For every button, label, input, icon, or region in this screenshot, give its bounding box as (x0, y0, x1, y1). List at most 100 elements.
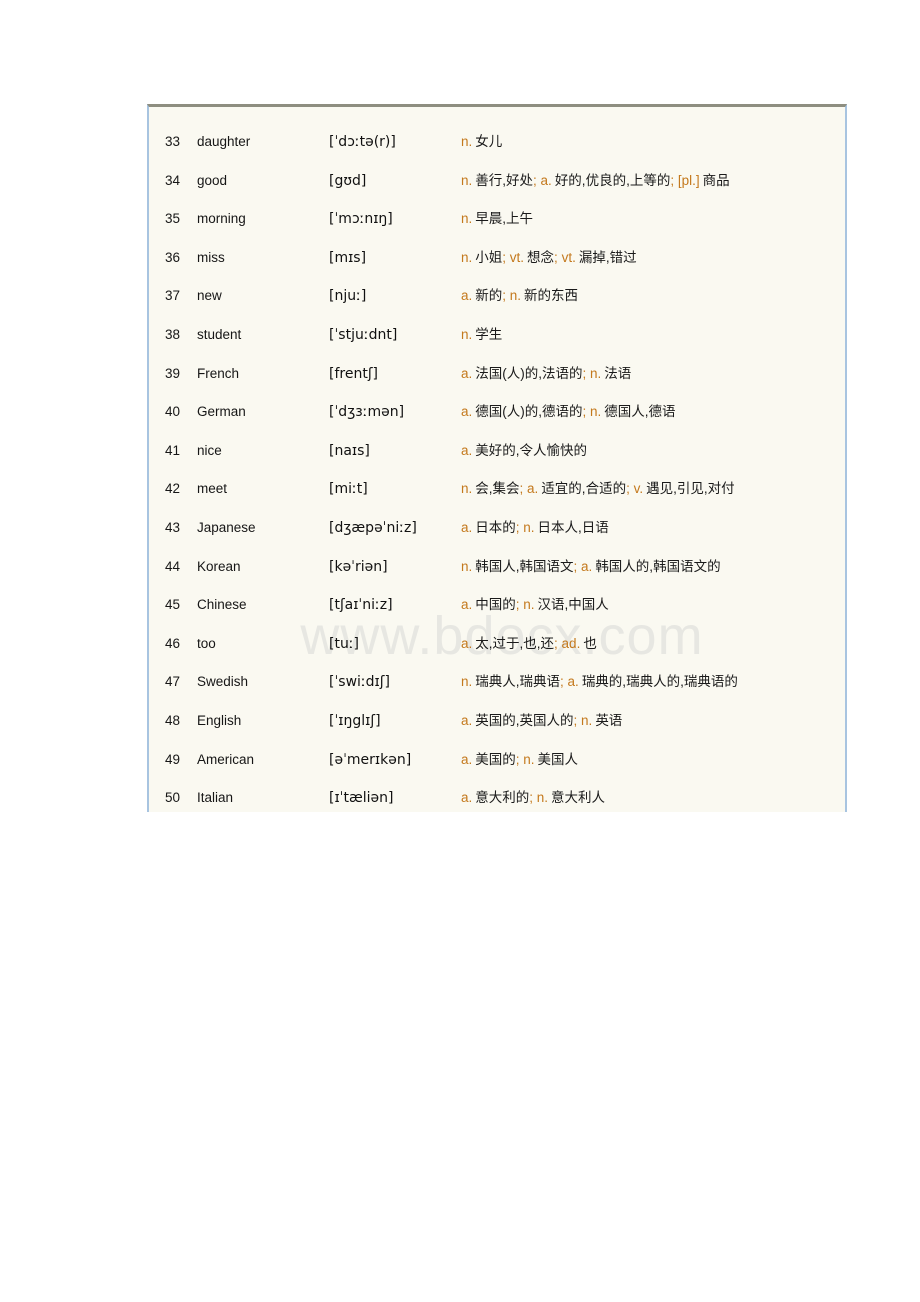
vocabulary-table: 33 daughter [ˈdɔːtə(r)] n. 女儿 34 good [gʊd] n. 善行… (149, 107, 845, 812)
definition-gloss: 法国(人)的,法语的 (475, 365, 583, 381)
part-of-speech-tag: a. (461, 519, 473, 535)
definition-gloss: 新的 (475, 288, 503, 304)
part-of-speech-tag: a. (527, 481, 539, 497)
definition: a. 美国的; n. 美国人 (461, 741, 845, 780)
vocabulary-word: new (197, 288, 222, 304)
definition: a. 意大利的; n. 意大利人 (461, 779, 845, 812)
table-row: 40 German [ˈdʒɜːmən] a. 德国(人)的,德语的; n. 德国人,德语 (149, 393, 845, 432)
definition-separator: ; (502, 249, 510, 265)
part-of-speech-tag: vt. (509, 249, 525, 265)
row-number: 50 (165, 790, 181, 806)
part-of-speech-tag: v. (633, 481, 644, 497)
definition-separator: ; (519, 481, 528, 497)
row-number: 42 (165, 481, 181, 497)
part-of-speech-tag: a. (581, 558, 593, 574)
phonetic-transcription: [ˈmɔːnɪŋ] (329, 211, 393, 228)
definition-gloss: 好的,优良的,上等的 (554, 172, 671, 188)
definition-gloss: 商品 (702, 172, 730, 188)
row-number: 44 (165, 558, 181, 574)
vocabulary-word: student (197, 326, 242, 342)
vocabulary-word: Korean (197, 558, 241, 574)
phonetic-transcription: [tuː] (329, 635, 360, 652)
table-row: 47 Swedish [ˈswiːdɪʃ] n. 瑞典人,瑞典语; a. 瑞典的,瑞典人的… (149, 663, 845, 702)
definition-gloss: 中国的 (475, 597, 516, 613)
part-of-speech-tag: n. (523, 751, 535, 767)
definition: a. 德国(人)的,德语的; n. 德国人,德语 (461, 393, 845, 432)
part-of-speech-tag: a. (461, 635, 473, 651)
definition-gloss: 新的东西 (524, 288, 579, 304)
definition-gloss: 韩国人,韩国语文 (475, 558, 574, 574)
vocabulary-word: miss (197, 249, 225, 265)
definition-gloss: 日本人,日语 (537, 519, 609, 535)
row-number: 49 (165, 751, 181, 767)
definition-gloss: 英语 (595, 712, 623, 728)
row-number: 33 (165, 134, 181, 149)
part-of-speech-tag: [pl.] (677, 172, 700, 188)
vocabulary-word: nice (197, 442, 222, 458)
definition-separator: ; (560, 674, 568, 690)
vocabulary-word: American (197, 751, 255, 767)
definition-separator: ; (573, 558, 582, 574)
part-of-speech-tag: n. (461, 211, 473, 227)
document-page: www.bdocx.com 33 daughter [ˈdɔːtə(r)] n. 女儿 3… (0, 0, 920, 1302)
definition-gloss: 韩国人的,韩国语文的 (595, 558, 721, 574)
phonetic-transcription: [dʒæpəˈniːz] (329, 519, 417, 536)
vocabulary-word: morning (197, 211, 246, 227)
vocabulary-word: meet (197, 481, 228, 497)
row-number: 38 (165, 326, 181, 342)
vocabulary-word: English (197, 712, 242, 728)
table-row: 42 meet [miːt] n. 会,集会; a. 适宜的,合适的; v. 遇见,引见,对… (149, 470, 845, 509)
definition-gloss: 美国人 (537, 751, 579, 767)
table-row: 35 morning [ˈmɔːnɪŋ] n. 早晨,上午 (149, 200, 845, 239)
phonetic-transcription: [əˈmerɪkən] (329, 751, 412, 768)
vocabulary-word: Japanese (197, 519, 256, 535)
definition-gloss: 适宜的,合适的 (541, 481, 627, 497)
definition-gloss: 也 (583, 635, 597, 651)
definition-separator: ; (529, 790, 537, 806)
part-of-speech-tag: a. (461, 751, 473, 767)
part-of-speech-tag: n. (590, 365, 602, 381)
row-number: 48 (165, 712, 181, 728)
definition-gloss: 会,集会 (475, 481, 520, 497)
definition: a. 日本的; n. 日本人,日语 (461, 509, 845, 548)
definition-gloss: 美国的 (475, 751, 516, 767)
definition-gloss: 早晨,上午 (475, 211, 534, 227)
definition: a. 太,过于,也,还; ad. 也 (461, 625, 845, 664)
definition: a. 美好的,令人愉快的 (461, 432, 845, 471)
row-number: 37 (165, 288, 181, 304)
part-of-speech-tag: n. (461, 481, 473, 497)
definition: a. 中国的; n. 汉语,中国人 (461, 586, 845, 625)
definition: a. 新的; n. 新的东西 (461, 277, 845, 316)
definition-gloss: 德国(人)的,德语的 (475, 404, 583, 420)
table-row: 45 Chinese [tʃaɪˈniːz] a. 中国的; n. 汉语,中国人 (149, 586, 845, 625)
definition: n. 女儿 (461, 123, 845, 162)
phonetic-transcription: [kəˈriən] (329, 558, 388, 575)
definition-separator: ; (582, 365, 591, 381)
definition-gloss: 瑞典人,瑞典语 (475, 674, 561, 690)
vocabulary-word: good (197, 172, 228, 188)
part-of-speech-tag: a. (567, 674, 579, 690)
definition: a. 法国(人)的,法语的; n. 法语 (461, 355, 845, 394)
definition-gloss: 小姐 (475, 249, 503, 265)
definition-gloss: 学生 (475, 326, 503, 342)
phonetic-transcription: [tʃaɪˈniːz] (329, 597, 393, 614)
table-row: 49 American [əˈmerɪkən] a. 美国的; n. 美国人 (149, 741, 845, 780)
part-of-speech-tag: n. (461, 674, 473, 690)
definition-separator: ; (582, 404, 591, 420)
part-of-speech-tag: n. (509, 288, 522, 304)
part-of-speech-tag: n. (523, 597, 535, 613)
definition: a. 英国的,英国人的; n. 英语 (461, 702, 845, 741)
row-number: 39 (165, 365, 181, 381)
table-row: 37 new [njuː] a. 新的; n. 新的东西 (149, 277, 845, 316)
part-of-speech-tag: a. (461, 365, 473, 381)
part-of-speech-tag: a. (540, 172, 552, 188)
row-number: 36 (165, 249, 181, 265)
table-row: 38 student [ˈstjuːdnt] n. 学生 (149, 316, 845, 355)
definition-separator: ; (502, 288, 510, 304)
table-row: 36 miss [mɪs] n. 小姐; vt. 想念; vt. 漏掉,错过 (149, 239, 845, 278)
vocabulary-word: daughter (197, 134, 251, 149)
part-of-speech-tag: a. (461, 597, 473, 613)
phonetic-transcription: [naɪs] (329, 442, 370, 459)
definition-separator: ; (554, 249, 562, 265)
definition-separator: ; (670, 172, 678, 188)
